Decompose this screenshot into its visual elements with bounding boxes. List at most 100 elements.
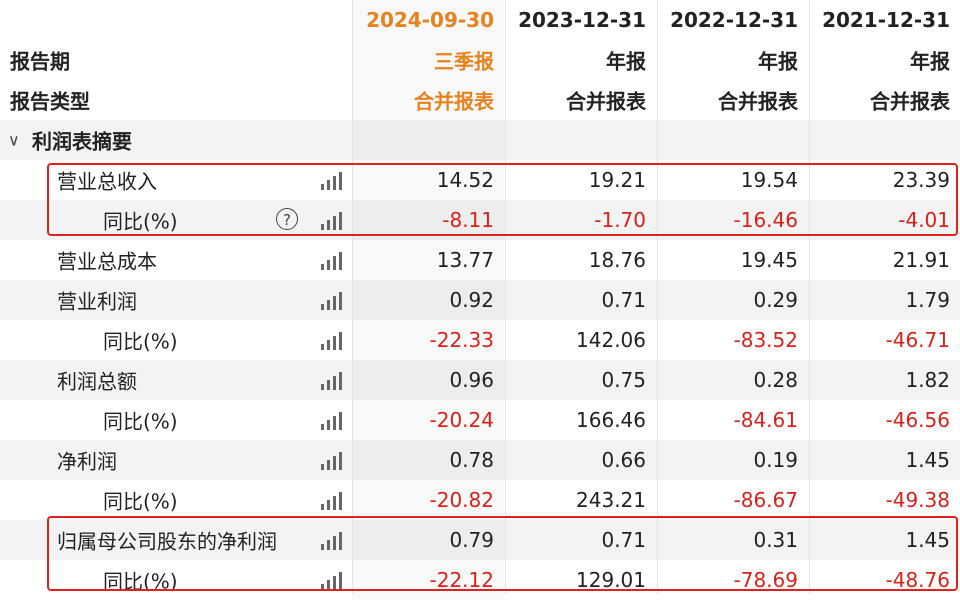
column-divider bbox=[809, 0, 810, 594]
value-cell: 0.28 bbox=[656, 360, 808, 400]
row-label: 同比(%) bbox=[103, 209, 178, 234]
period-date-cell[interactable]: 2021-12-31 bbox=[808, 0, 960, 40]
cell-value: 1.79 bbox=[905, 288, 950, 312]
period-date: 2023-12-31 bbox=[518, 8, 646, 32]
cell-value: 1.45 bbox=[905, 448, 950, 472]
section-header-row[interactable]: ∨ 利润表摘要 bbox=[0, 120, 960, 160]
value-cell: -16.46 bbox=[656, 200, 808, 240]
type-label: 报告类型 bbox=[10, 89, 90, 114]
chevron-down-icon[interactable]: ∨ bbox=[8, 131, 20, 150]
cell-value: -84.61 bbox=[733, 408, 798, 432]
period-date-cell[interactable]: 2024-09-30 bbox=[352, 0, 504, 40]
report-type: 合并报表 bbox=[718, 89, 798, 114]
cell-value: 0.19 bbox=[753, 448, 798, 472]
value-cell: -49.38 bbox=[808, 480, 960, 520]
value-cell: 14.52 bbox=[352, 160, 504, 200]
period-date-cell[interactable]: 2023-12-31 bbox=[504, 0, 656, 40]
value-cell: -20.82 bbox=[352, 480, 504, 520]
column-divider bbox=[657, 0, 658, 594]
value-cell: 19.54 bbox=[656, 160, 808, 200]
period-date-cell[interactable]: 2022-12-31 bbox=[656, 0, 808, 40]
header-date-row: 2024-09-30 2023-12-31 2022-12-31 2021-12… bbox=[0, 0, 960, 40]
value-cell: -22.33 bbox=[352, 320, 504, 360]
cell-value: 18.76 bbox=[588, 248, 646, 272]
cell-value: 0.92 bbox=[449, 288, 494, 312]
row-label: 同比(%) bbox=[103, 409, 178, 434]
value-cell: 0.79 bbox=[352, 520, 504, 560]
value-cell: 166.46 bbox=[504, 400, 656, 440]
cell-value: 0.71 bbox=[601, 288, 646, 312]
bar-chart-icon[interactable] bbox=[321, 452, 342, 470]
report-name: 年报 bbox=[910, 49, 950, 74]
value-cell: 19.45 bbox=[656, 240, 808, 280]
table-row[interactable]: 同比(%) -20.82 243.21 -86.67 -49.38 bbox=[0, 480, 960, 520]
cell-value: -20.24 bbox=[429, 408, 494, 432]
table-row[interactable]: 同比(%) -22.12 129.01 -78.69 -48.76 bbox=[0, 560, 960, 600]
row-label: 同比(%) bbox=[103, 569, 178, 594]
value-cell: 0.71 bbox=[504, 280, 656, 320]
cell-value: 0.29 bbox=[753, 288, 798, 312]
cell-value: -83.52 bbox=[733, 328, 798, 352]
cell-value: -46.71 bbox=[885, 328, 950, 352]
cell-value: 166.46 bbox=[576, 408, 646, 432]
value-cell: -46.56 bbox=[808, 400, 960, 440]
value-cell: -22.12 bbox=[352, 560, 504, 600]
help-icon[interactable]: ? bbox=[276, 208, 298, 230]
value-cell: -4.01 bbox=[808, 200, 960, 240]
cell-value: -22.12 bbox=[429, 568, 494, 592]
table-row[interactable]: 归属母公司股东的净利润 0.79 0.71 0.31 1.45 bbox=[0, 520, 960, 560]
report-name: 三季报 bbox=[434, 49, 494, 74]
bar-chart-icon[interactable] bbox=[321, 572, 342, 590]
bar-chart-icon[interactable] bbox=[321, 412, 342, 430]
bar-chart-icon[interactable] bbox=[321, 292, 342, 310]
table-row[interactable]: 营业总成本 13.77 18.76 19.45 21.91 bbox=[0, 240, 960, 280]
cell-value: -1.70 bbox=[594, 208, 646, 232]
row-label: 同比(%) bbox=[103, 489, 178, 514]
value-cell: -48.76 bbox=[808, 560, 960, 600]
cell-value: -8.11 bbox=[442, 208, 494, 232]
row-label: 利润总额 bbox=[57, 369, 137, 394]
table-row[interactable]: 营业利润 0.92 0.71 0.29 1.79 bbox=[0, 280, 960, 320]
value-cell: -78.69 bbox=[656, 560, 808, 600]
table-row[interactable]: 同比(%)? -8.11 -1.70 -16.46 -4.01 bbox=[0, 200, 960, 240]
value-cell: 1.45 bbox=[808, 520, 960, 560]
cell-value: -49.38 bbox=[885, 488, 950, 512]
value-cell: -20.24 bbox=[352, 400, 504, 440]
cell-value: 19.21 bbox=[588, 168, 646, 192]
value-cell: -83.52 bbox=[656, 320, 808, 360]
cell-value: -20.82 bbox=[429, 488, 494, 512]
row-label: 归属母公司股东的净利润 bbox=[57, 529, 277, 554]
header-corner bbox=[0, 0, 352, 40]
report-type: 合并报表 bbox=[870, 89, 950, 114]
value-cell: 0.31 bbox=[656, 520, 808, 560]
value-cell: 0.71 bbox=[504, 520, 656, 560]
cell-value: 19.45 bbox=[740, 248, 798, 272]
cell-value: -46.56 bbox=[885, 408, 950, 432]
bar-chart-icon[interactable] bbox=[321, 172, 342, 190]
cell-value: -86.67 bbox=[733, 488, 798, 512]
table-row[interactable]: 同比(%) -22.33 142.06 -83.52 -46.71 bbox=[0, 320, 960, 360]
value-cell: 21.91 bbox=[808, 240, 960, 280]
table-row[interactable]: 同比(%) -20.24 166.46 -84.61 -46.56 bbox=[0, 400, 960, 440]
period-date: 2022-12-31 bbox=[670, 8, 798, 32]
column-divider bbox=[352, 0, 353, 594]
cell-value: 0.28 bbox=[753, 368, 798, 392]
bar-chart-icon[interactable] bbox=[321, 372, 342, 390]
value-cell: 1.79 bbox=[808, 280, 960, 320]
bar-chart-icon[interactable] bbox=[321, 532, 342, 550]
value-cell: -86.67 bbox=[656, 480, 808, 520]
cell-value: -78.69 bbox=[733, 568, 798, 592]
section-title: 利润表摘要 bbox=[32, 129, 132, 154]
table-row[interactable]: 利润总额 0.96 0.75 0.28 1.82 bbox=[0, 360, 960, 400]
bar-chart-icon[interactable] bbox=[321, 252, 342, 270]
cell-value: 0.66 bbox=[601, 448, 646, 472]
value-cell: 0.75 bbox=[504, 360, 656, 400]
bar-chart-icon[interactable] bbox=[321, 492, 342, 510]
value-cell: 243.21 bbox=[504, 480, 656, 520]
value-cell: 129.01 bbox=[504, 560, 656, 600]
table-row[interactable]: 营业总收入 14.52 19.21 19.54 23.39 bbox=[0, 160, 960, 200]
value-cell: 18.76 bbox=[504, 240, 656, 280]
bar-chart-icon[interactable] bbox=[321, 332, 342, 350]
bar-chart-icon[interactable] bbox=[321, 212, 342, 230]
table-row[interactable]: 净利润 0.78 0.66 0.19 1.45 bbox=[0, 440, 960, 480]
